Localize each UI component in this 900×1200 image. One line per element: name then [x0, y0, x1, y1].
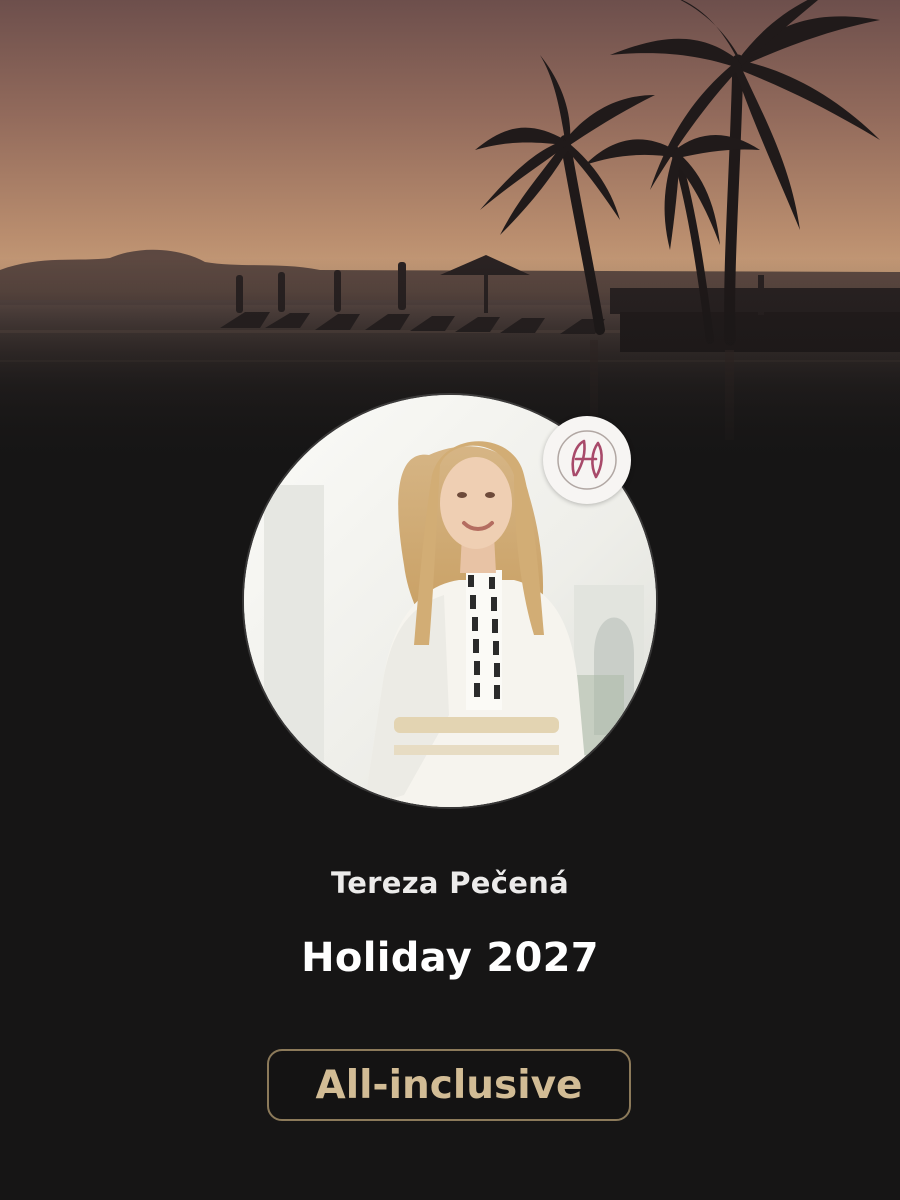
profile-card: Tereza Pečená Holiday 2027 All-inclusive: [0, 0, 900, 1200]
event-title: Holiday 2027: [301, 935, 599, 981]
package-badge[interactable]: All-inclusive: [267, 1049, 631, 1121]
brand-logo-badge: [543, 416, 631, 504]
monogram-logo-icon: [557, 430, 617, 490]
profile-name: Tereza Pečená: [330, 866, 569, 900]
